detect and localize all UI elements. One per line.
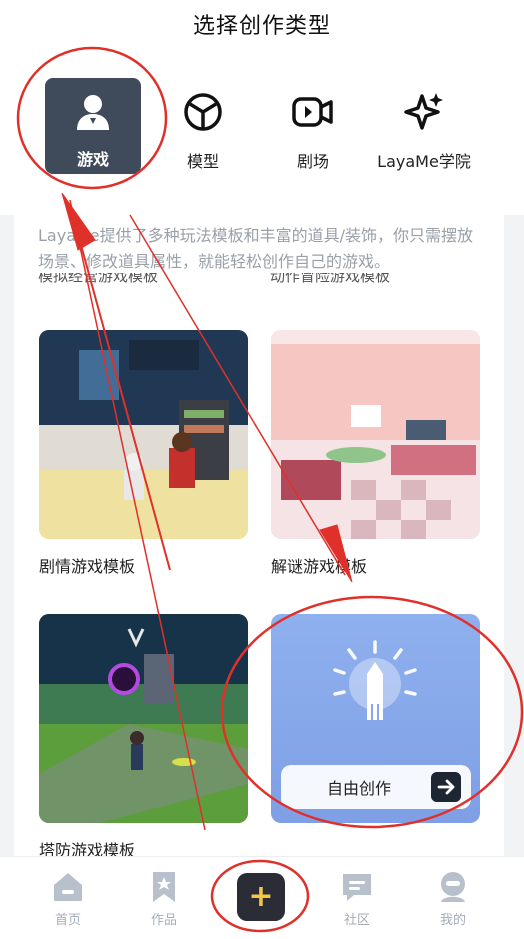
plus-icon: + — [248, 879, 274, 914]
puzzle-scene-art — [271, 330, 480, 539]
nav-label: 作品 — [150, 913, 177, 928]
description-text: LayaMe提供了多种玩法模板和丰富的道具/装饰，你只需摆放场景、修改道具属性，… — [38, 226, 474, 271]
nav-home[interactable]: 首页 — [33, 871, 103, 931]
top-area: 选择创作类型 游戏 模型 剧场 LayaMe学院 — [0, 0, 524, 215]
category-label: 游戏 — [76, 150, 109, 169]
category-game[interactable]: 游戏 — [45, 78, 141, 174]
category-label: 模型 — [186, 152, 219, 171]
chat-icon — [343, 874, 371, 901]
puzzle-template-thumbnail[interactable] — [271, 330, 480, 539]
sparkle-icon — [404, 93, 443, 130]
nav-profile[interactable]: 我的 — [418, 871, 488, 931]
nav-label: 社区 — [343, 913, 370, 928]
free-create-button[interactable]: 自由创作 — [281, 765, 471, 809]
lightbulb-pencil-icon — [333, 640, 417, 720]
scrolled-labels: 模拟经营游戏模板 动作冒险游戏模板 — [38, 273, 488, 289]
page-title: 选择创作类型 — [192, 14, 331, 39]
story-template-thumbnail[interactable] — [39, 330, 248, 539]
arrow-right-icon — [431, 772, 461, 802]
tower-scene-art — [39, 614, 248, 823]
video-camera-icon — [292, 97, 333, 127]
create-plus-button[interactable]: + — [237, 873, 285, 921]
nav-works[interactable]: 作品 — [129, 871, 199, 931]
tower-template-thumbnail[interactable] — [39, 614, 248, 823]
template-label: 解谜游戏模板 — [271, 557, 368, 576]
nav-label: 首页 — [54, 913, 81, 928]
home-icon — [54, 873, 82, 901]
user-icon — [77, 95, 109, 130]
nav-label: 我的 — [439, 913, 466, 928]
category-theater[interactable]: 剧场 — [265, 78, 361, 174]
template-label: 剧情游戏模板 — [39, 557, 136, 576]
profile-icon — [441, 872, 465, 902]
category-academy[interactable]: LayaMe学院 — [372, 78, 476, 174]
free-create-tile[interactable]: 自由创作 — [271, 614, 480, 823]
category-label: 剧场 — [296, 152, 329, 171]
story-scene-art — [39, 330, 248, 539]
free-create-label: 自由创作 — [327, 779, 392, 798]
category-label: LayaMe学院 — [377, 152, 471, 171]
cube-icon — [184, 93, 222, 131]
template-card: LayaMe提供了多种玩法模板和丰富的道具/装饰，你只需摆放场景、修改道具属性，… — [14, 201, 504, 881]
nav-community[interactable]: 社区 — [322, 871, 392, 931]
category-model[interactable]: 模型 — [155, 78, 251, 174]
bookmark-star-icon — [153, 872, 175, 902]
